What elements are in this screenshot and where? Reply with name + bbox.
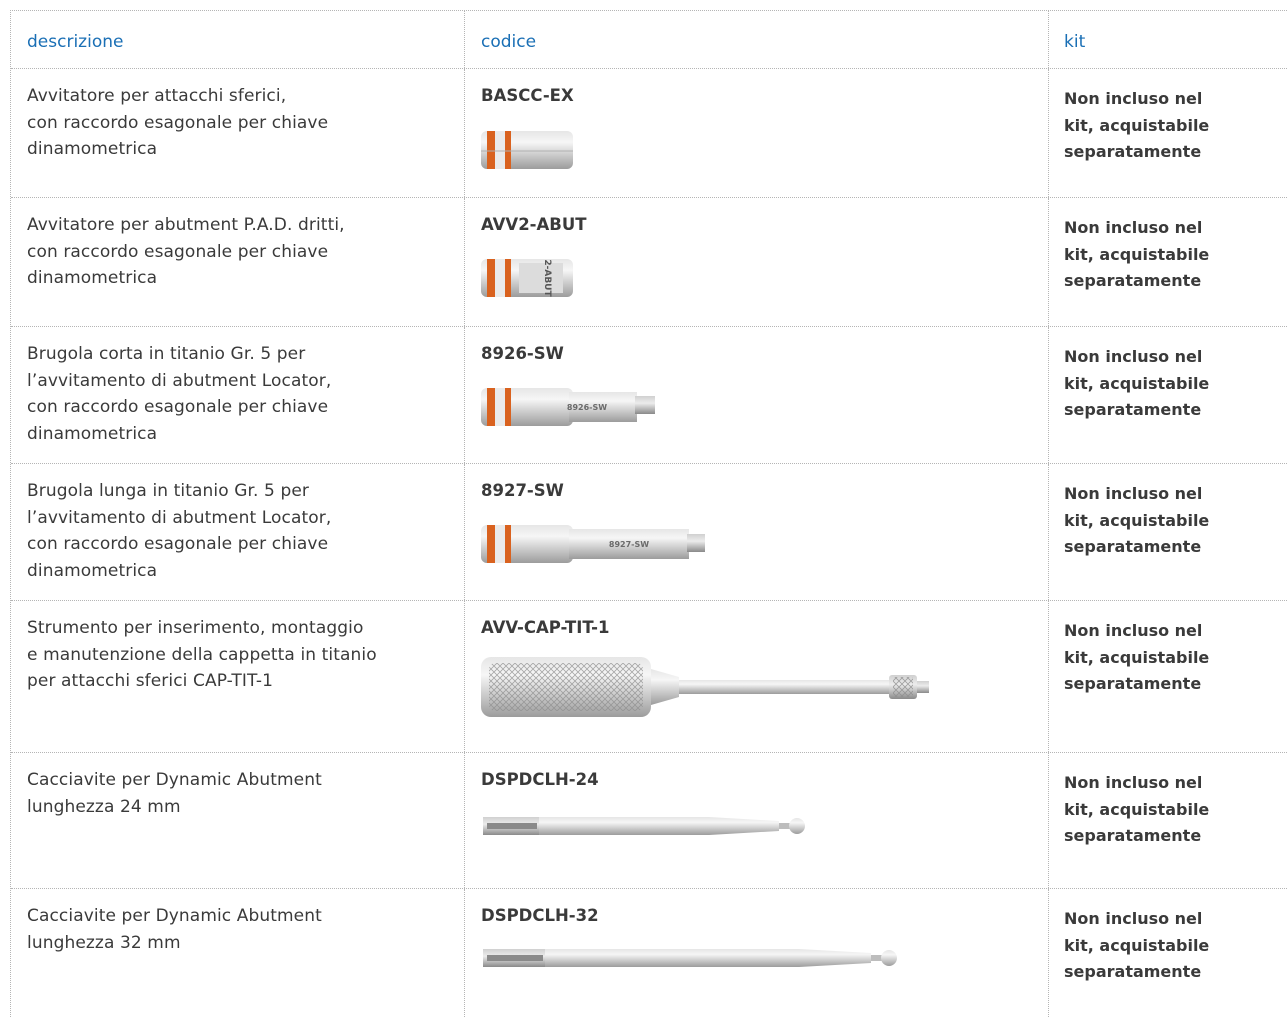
- cap-insertion-tool-image: [481, 657, 929, 717]
- kit-status-line: kit, acquistabile: [1064, 799, 1210, 819]
- description-line: dinamometrica: [27, 139, 158, 159]
- description-line: lunghezza 24 mm: [27, 796, 181, 817]
- kit-status-line: Non incluso nel: [1064, 773, 1203, 792]
- code-cell: AVV-CAP-TIT-1: [465, 601, 1049, 752]
- kit-cell: Non incluso nel kit, acquistabile separa…: [1049, 601, 1288, 752]
- product-code: 8926-SW: [481, 344, 564, 363]
- description-cell: Avvitatore per abutment P.A.D. dritti, c…: [11, 198, 465, 326]
- table-row: Cacciavite per Dynamic Abutment lunghezz…: [11, 753, 1288, 889]
- code-cell: 8926-SW 8926-SW: [465, 327, 1049, 463]
- dynamic-abutment-driver-32-image: [483, 949, 897, 967]
- description-line: dinamometrica: [27, 423, 158, 444]
- kit-status-line: kit, acquistabile: [1064, 935, 1210, 955]
- description-cell: Brugola corta in titanio Gr. 5 per l’avv…: [11, 327, 465, 463]
- product-code: DSPDCLH-32: [481, 906, 599, 925]
- kit-status-line: separatamente: [1064, 537, 1202, 556]
- kit-status-line: kit, acquistabile: [1064, 373, 1210, 393]
- description-cell: Brugola lunga in titanio Gr. 5 per l’avv…: [11, 464, 465, 600]
- description-line: con raccordo esagonale per chiave: [27, 112, 329, 133]
- code-cell: AVV2-ABUT 2-ABUT: [465, 198, 1049, 326]
- table-header: descrizione codice kit: [11, 11, 1288, 69]
- column-header-descrizione: descrizione: [11, 11, 465, 68]
- product-code: 8927-SW: [481, 481, 564, 500]
- description-line: con raccordo esagonale per chiave: [27, 534, 329, 554]
- description-line: Cacciavite per Dynamic Abutment: [27, 770, 322, 790]
- kit-status-line: separatamente: [1064, 674, 1202, 693]
- column-header-codice: codice: [465, 11, 1049, 68]
- description-cell: Cacciavite per Dynamic Abutment lunghezz…: [11, 889, 465, 1017]
- code-cell: BASCC-EX: [465, 69, 1049, 197]
- description-line: e manutenzione della cappetta in titanio: [27, 644, 377, 665]
- product-code: DSPDCLH-24: [481, 770, 599, 789]
- dynamic-abutment-driver-24-image: [483, 817, 805, 835]
- product-code: AVV-CAP-TIT-1: [481, 618, 610, 637]
- engraved-code: 8926-SW: [567, 403, 607, 412]
- description-cell: Cacciavite per Dynamic Abutment lunghezz…: [11, 753, 465, 888]
- description-line: dinamometrica: [27, 268, 158, 288]
- code-cell: 8927-SW 8927-SW: [465, 464, 1049, 600]
- pad-abutment-screwdriver-image: 2-ABUT: [481, 259, 573, 297]
- ball-attachment-screwdriver-image: [481, 131, 573, 169]
- description-line: Cacciavite per Dynamic Abutment: [27, 906, 322, 926]
- code-cell: DSPDCLH-24: [465, 753, 1049, 888]
- kit-status-line: separatamente: [1064, 962, 1202, 981]
- kit-cell: Non incluso nel kit, acquistabile separa…: [1049, 753, 1288, 888]
- kit-status-line: Non incluso nel: [1064, 89, 1203, 108]
- kit-status-line: Non incluso nel: [1064, 347, 1203, 366]
- table-row: Avvitatore per attacchi sferici, con rac…: [11, 69, 1288, 198]
- kit-cell: Non incluso nel kit, acquistabile separa…: [1049, 889, 1288, 1017]
- kit-status-line: Non incluso nel: [1064, 218, 1203, 237]
- table-row: Cacciavite per Dynamic Abutment lunghezz…: [11, 889, 1288, 1017]
- description-line: Strumento per inserimento, montaggio: [27, 618, 364, 638]
- description-line: per attacchi sferici CAP-TIT-1: [27, 671, 274, 691]
- kit-status-line: separatamente: [1064, 271, 1202, 290]
- description-line: Avvitatore per abutment P.A.D. dritti,: [27, 215, 345, 235]
- description-line: Avvitatore per attacchi sferici,: [27, 86, 287, 106]
- description-line: con raccordo esagonale per chiave: [27, 241, 329, 262]
- description-line: dinamometrica: [27, 560, 158, 581]
- kit-status-line: Non incluso nel: [1064, 909, 1203, 928]
- kit-cell: Non incluso nel kit, acquistabile separa…: [1049, 198, 1288, 326]
- description-cell: Strumento per inserimento, montaggio e m…: [11, 601, 465, 752]
- kit-status-line: Non incluso nel: [1064, 621, 1203, 640]
- engraved-code: 2-ABUT: [542, 259, 552, 297]
- instruments-table: descrizione codice kit Avvitatore per at…: [10, 10, 1288, 1017]
- kit-status-line: separatamente: [1064, 400, 1202, 419]
- table-row: Strumento per inserimento, montaggio e m…: [11, 601, 1288, 753]
- column-header-kit: kit: [1064, 32, 1086, 52]
- kit-cell: Non incluso nel kit, acquistabile separa…: [1049, 327, 1288, 463]
- kit-status-line: kit, acquistabile: [1064, 115, 1210, 135]
- description-line: Brugola corta in titanio Gr. 5 per: [27, 344, 306, 364]
- long-hex-key-image: 8927-SW: [481, 525, 705, 563]
- description-cell: Avvitatore per attacchi sferici, con rac…: [11, 69, 465, 197]
- description-line: l’avvitamento di abutment Locator,: [27, 507, 332, 528]
- kit-cell: Non incluso nel kit, acquistabile separa…: [1049, 69, 1288, 197]
- kit-status-line: kit, acquistabile: [1064, 510, 1210, 530]
- kit-status-line: kit, acquistabile: [1064, 244, 1210, 264]
- product-code: BASCC-EX: [481, 86, 574, 105]
- engraved-code: 8927-SW: [609, 540, 649, 549]
- description-line: con raccordo esagonale per chiave: [27, 397, 329, 417]
- short-hex-key-image: 8926-SW: [481, 388, 655, 426]
- description-line: lunghezza 32 mm: [27, 932, 181, 953]
- description-line: Brugola lunga in titanio Gr. 5 per: [27, 481, 309, 501]
- table-row: Brugola lunga in titanio Gr. 5 per l’avv…: [11, 464, 1288, 601]
- code-cell: DSPDCLH-32: [465, 889, 1049, 1017]
- table-row: Brugola corta in titanio Gr. 5 per l’avv…: [11, 327, 1288, 464]
- kit-status-line: kit, acquistabile: [1064, 647, 1210, 667]
- kit-status-line: separatamente: [1064, 826, 1202, 845]
- kit-cell: Non incluso nel kit, acquistabile separa…: [1049, 464, 1288, 600]
- description-line: l’avvitamento di abutment Locator,: [27, 370, 332, 391]
- table-row: Avvitatore per abutment P.A.D. dritti, c…: [11, 198, 1288, 327]
- kit-status-line: separatamente: [1064, 142, 1202, 161]
- kit-status-line: Non incluso nel: [1064, 484, 1203, 503]
- product-code: AVV2-ABUT: [481, 215, 587, 234]
